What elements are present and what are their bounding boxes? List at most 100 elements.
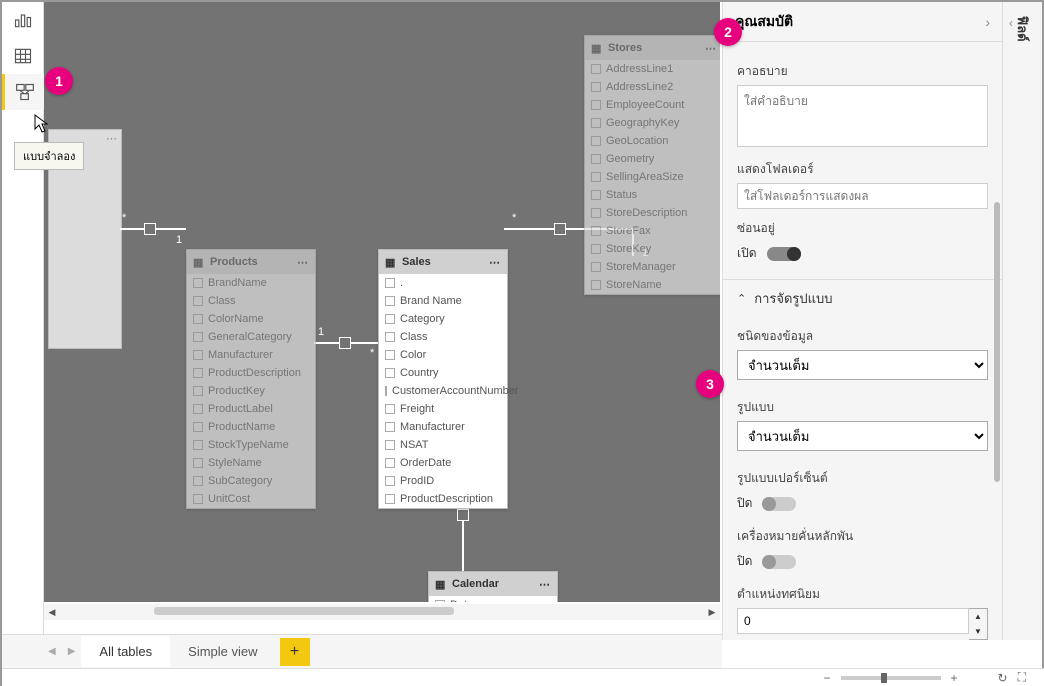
field-row[interactable]: StoreFax	[585, 222, 720, 240]
field-name: AddressLine2	[606, 81, 673, 93]
fullscreen-icon[interactable]: ⛶	[1018, 670, 1026, 685]
description-input[interactable]	[737, 85, 988, 147]
field-row[interactable]: Color	[379, 346, 507, 364]
field-row[interactable]: .	[379, 274, 507, 292]
field-row[interactable]: UnitCost	[187, 490, 315, 508]
field-list: AddressLine1AddressLine2EmployeeCountGeo…	[585, 60, 720, 294]
spinner-down-icon[interactable]: ▼	[969, 624, 987, 639]
model-view-icon[interactable]	[2, 74, 44, 110]
field-row[interactable]: Status	[585, 186, 720, 204]
table-card-stores[interactable]: ▦Stores⋯ AddressLine1AddressLine2Employe…	[584, 35, 720, 295]
field-row[interactable]: SellingAreaSize	[585, 168, 720, 186]
display-folder-input[interactable]	[737, 183, 988, 209]
percent-toggle[interactable]	[762, 497, 796, 511]
format-label: รูปแบบ	[737, 398, 988, 417]
field-row[interactable]: Brand Name	[379, 292, 507, 310]
tab-next-icon[interactable]: ▶	[62, 646, 82, 657]
field-icon	[193, 422, 203, 432]
field-row[interactable]: ProductKey	[187, 382, 315, 400]
field-row[interactable]: Date	[429, 596, 557, 602]
field-row[interactable]: ColorName	[187, 310, 315, 328]
field-row[interactable]: StyleName	[187, 454, 315, 472]
field-row[interactable]: ProductDescription	[187, 364, 315, 382]
field-icon	[385, 476, 395, 486]
field-row[interactable]: StoreDescription	[585, 204, 720, 222]
more-icon[interactable]: ⋯	[106, 132, 117, 145]
field-row[interactable]: ProdID	[379, 472, 507, 490]
properties-panel: คุณสมบัติ › คาอธบาย แสดงโฟลเดอร์ ซ่อนอยู…	[722, 2, 1002, 640]
scroll-right-icon[interactable]: ▶	[704, 604, 720, 620]
field-row[interactable]: StockTypeName	[187, 436, 315, 454]
more-icon[interactable]: ⋯	[705, 42, 717, 55]
table-card-sales[interactable]: ▦Sales⋯ .Brand NameCategoryClassColorCou…	[378, 249, 508, 509]
field-row[interactable]: GeographyKey	[585, 114, 720, 132]
tab-simple-view[interactable]: Simple view	[170, 636, 275, 667]
field-row[interactable]: Category	[379, 310, 507, 328]
field-row[interactable]: StoreName	[585, 276, 720, 294]
tab-all-tables[interactable]: All tables	[81, 636, 170, 667]
field-icon	[385, 440, 395, 450]
scroll-thumb[interactable]	[154, 607, 454, 615]
field-row[interactable]: Manufacturer	[379, 418, 507, 436]
field-name: Color	[400, 349, 426, 361]
field-icon	[385, 278, 395, 288]
field-row[interactable]: GeneralCategory	[187, 328, 315, 346]
field-name: StoreFax	[606, 225, 651, 237]
field-row[interactable]: BrandName	[187, 274, 315, 292]
field-icon	[385, 296, 395, 306]
field-icon	[591, 280, 601, 290]
field-row[interactable]: Freight	[379, 400, 507, 418]
scroll-left-icon[interactable]: ◀	[44, 604, 60, 620]
data-view-icon[interactable]	[2, 38, 44, 74]
format-select[interactable]: จำนวนเต็ม	[737, 421, 988, 451]
field-name: StyleName	[208, 457, 262, 469]
field-icon	[591, 100, 601, 110]
expand-panel-icon[interactable]: ›	[985, 14, 990, 30]
panel-scrollbar[interactable]	[994, 62, 1000, 622]
chevron-left-icon: ‹	[1009, 16, 1013, 30]
field-row[interactable]: ProductName	[187, 418, 315, 436]
field-row[interactable]: Class	[187, 292, 315, 310]
report-view-icon[interactable]	[2, 2, 44, 38]
spinner-up-icon[interactable]: ▲	[969, 609, 987, 624]
decimal-input[interactable]	[737, 608, 969, 634]
field-row[interactable]: OrderDate	[379, 454, 507, 472]
formatting-section-header[interactable]: ⌃ การจัดรูปแบบ	[723, 279, 1002, 317]
field-row[interactable]: EmployeeCount	[585, 96, 720, 114]
field-name: ProductDescription	[400, 493, 493, 505]
thousands-toggle[interactable]	[762, 555, 796, 569]
field-icon	[193, 296, 203, 306]
field-row[interactable]: AddressLine1	[585, 60, 720, 78]
field-row[interactable]: Geometry	[585, 150, 720, 168]
field-row[interactable]: ProductDescription	[379, 490, 507, 508]
field-row[interactable]: NSAT	[379, 436, 507, 454]
field-row[interactable]: StoreManager	[585, 258, 720, 276]
field-row[interactable]: Country	[379, 364, 507, 382]
datatype-select[interactable]: จำนวนเต็ม	[737, 350, 988, 380]
callout-badge-3: 3	[696, 370, 724, 398]
zoom-slider[interactable]	[841, 676, 941, 680]
more-icon[interactable]: ⋯	[489, 256, 501, 269]
table-card-products[interactable]: ▦Products⋯ BrandNameClassColorNameGenera…	[186, 249, 316, 509]
field-row[interactable]: StoreKey	[585, 240, 720, 258]
field-row[interactable]: Manufacturer	[187, 346, 315, 364]
field-row[interactable]: AddressLine2	[585, 78, 720, 96]
zoom-out-button[interactable]: −	[824, 671, 831, 685]
canvas-scrollbar-horizontal[interactable]: ◀ ▶	[44, 604, 720, 620]
table-card-calendar[interactable]: ▦Calendar⋯ Date	[428, 571, 558, 602]
more-icon[interactable]: ⋯	[539, 578, 551, 591]
add-tab-button[interactable]: +	[280, 638, 310, 666]
model-canvas[interactable]: ⋯ * 1 1 * * 1 * ▦Stores⋯ AddressLine1Add…	[44, 2, 720, 602]
more-icon[interactable]: ⋯	[297, 256, 309, 269]
fields-pane-collapsed[interactable]: ‹ ฟิลด์	[1002, 2, 1042, 640]
fit-to-page-icon[interactable]: ↻	[998, 671, 1008, 685]
field-icon	[193, 458, 203, 468]
field-row[interactable]: Class	[379, 328, 507, 346]
field-row[interactable]: SubCategory	[187, 472, 315, 490]
zoom-in-button[interactable]: +	[951, 671, 958, 685]
field-row[interactable]: CustomerAccountNumber	[379, 382, 507, 400]
tab-prev-icon[interactable]: ◀	[42, 646, 62, 657]
field-row[interactable]: GeoLocation	[585, 132, 720, 150]
hidden-toggle[interactable]	[767, 247, 801, 261]
field-row[interactable]: ProductLabel	[187, 400, 315, 418]
